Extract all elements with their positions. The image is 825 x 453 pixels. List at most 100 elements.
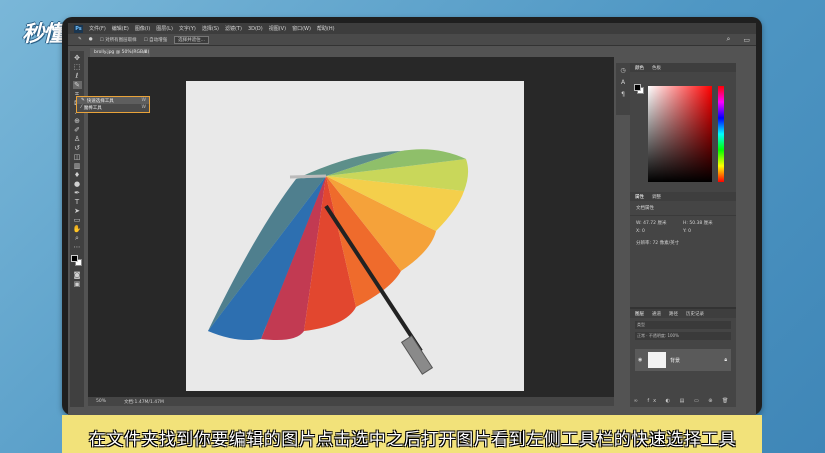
- photoshop-window: Ps 文件(F) 编辑(E) 图像(I) 图层(L) 文字(Y) 选择(S) 滤…: [68, 23, 756, 415]
- brush-tool-icon[interactable]: ✐: [73, 126, 82, 134]
- history-icon[interactable]: ◷: [619, 67, 627, 75]
- menu-edit[interactable]: 编辑(E): [112, 25, 129, 32]
- workspace-icon[interactable]: ▭: [743, 36, 750, 44]
- right-panels: 颜色 色板 属性 调整 文档属性 W: 47.72 厘米 H: 50.38 厘米…: [630, 63, 736, 407]
- monitor-frame: Ps 文件(F) 编辑(E) 图像(I) 图层(L) 文字(Y) 选择(S) 滤…: [62, 17, 762, 415]
- auto-enhance-checkbox[interactable]: ☐ 自动增强: [144, 37, 167, 43]
- gradient-tool-icon[interactable]: ▥: [73, 162, 82, 170]
- ps-logo: Ps: [74, 24, 83, 33]
- height-value: 50.38 厘米: [689, 221, 713, 226]
- menu-3d[interactable]: 3D(D): [248, 26, 263, 32]
- eraser-tool-icon[interactable]: ◫: [73, 153, 82, 161]
- layers-panel: 图层 通道 路径 历史记录 类型 正常 · 不透明度: 100% ◉ 背景 🔒︎…: [630, 307, 736, 407]
- lasso-tool-icon[interactable]: ℓ: [73, 72, 82, 80]
- shortcut-key: W: [141, 98, 146, 103]
- menu-file[interactable]: 文件(F): [89, 25, 106, 32]
- y-field[interactable]: Y: 0: [683, 229, 730, 234]
- adjust-icon[interactable]: A: [619, 79, 627, 87]
- tool-flyout-menu: ✎ 快速选择工具 W ⁄ 魔棒工具 W: [76, 96, 150, 113]
- close-icon[interactable]: ×: [143, 48, 147, 57]
- width-value: 47.72 厘米: [643, 221, 667, 226]
- height-field[interactable]: H: 50.38 厘米: [683, 220, 730, 226]
- tab-adjustments[interactable]: 调整: [652, 194, 661, 200]
- options-bar: ✎ ● ☐ 对所有图层取样 ☐ 自动增强 选择并遮住... ⌕ ▭: [68, 34, 756, 46]
- flyout-item-quick-selection[interactable]: ✎ 快速选择工具 W: [77, 97, 149, 104]
- workspace-area: [88, 57, 614, 397]
- paragraph-icon[interactable]: ¶: [619, 91, 627, 99]
- menu-view[interactable]: 视图(V): [269, 25, 286, 32]
- document-size: 文档:1.47M/1.47M: [124, 399, 164, 405]
- blend-mode-select[interactable]: 正常 · 不透明度: 100%: [635, 332, 731, 340]
- blend-mode-value: 正常: [637, 333, 645, 338]
- resolution-text: 分辨率: 72 像素/英寸: [636, 241, 680, 246]
- menu-window[interactable]: 窗口(W): [292, 25, 311, 32]
- quick-selection-icon: ✎: [81, 98, 85, 103]
- layer-thumbnail: [648, 352, 666, 368]
- history-brush-icon[interactable]: ↺: [73, 144, 82, 152]
- foreground-color-swatch[interactable]: [71, 255, 78, 262]
- tab-paths[interactable]: 路径: [669, 311, 678, 317]
- y-value: 0: [688, 229, 691, 234]
- lock-icon: 🔒︎: [724, 357, 727, 363]
- tab-history[interactable]: 历史记录: [686, 311, 704, 317]
- status-bar: 50% 文档:1.47M/1.47M: [88, 397, 614, 406]
- menu-help[interactable]: 帮助(H): [317, 25, 335, 32]
- sample-all-layers-label: 对所有图层取样: [105, 37, 137, 43]
- pen-tool-icon[interactable]: ✒: [73, 189, 82, 197]
- properties-panel-tabs: 属性 调整: [630, 192, 736, 201]
- color-swatches[interactable]: [71, 255, 83, 267]
- tab-channels[interactable]: 通道: [652, 311, 661, 317]
- properties-title: 文档属性: [630, 201, 736, 216]
- brush-size-icon[interactable]: ●: [89, 37, 93, 42]
- height-label: H:: [683, 221, 688, 226]
- marquee-tool-icon[interactable]: ⬚: [73, 63, 82, 71]
- width-label: W:: [636, 221, 642, 226]
- flyout-item-magic-wand[interactable]: ⁄ 魔棒工具 W: [77, 104, 149, 111]
- blur-tool-icon[interactable]: ♦: [73, 171, 82, 179]
- document-canvas[interactable]: [186, 81, 524, 391]
- zoom-tool-icon[interactable]: ⌕: [73, 234, 82, 242]
- layer-row-background[interactable]: ◉ 背景 🔒︎: [635, 349, 731, 371]
- zoom-level[interactable]: 50%: [96, 399, 106, 404]
- move-tool-icon[interactable]: ✥: [73, 54, 82, 62]
- tab-layers[interactable]: 图层: [635, 311, 644, 317]
- menu-bar: Ps 文件(F) 编辑(E) 图像(I) 图层(L) 文字(Y) 选择(S) 滤…: [68, 23, 756, 34]
- quick-selection-tool-icon[interactable]: ✎: [72, 81, 82, 89]
- tab-properties[interactable]: 属性: [635, 194, 644, 200]
- type-tool-icon[interactable]: T: [73, 198, 82, 206]
- eye-icon[interactable]: ◉: [638, 357, 644, 363]
- flyout-item-label: 魔棒工具: [83, 105, 102, 111]
- healing-brush-icon[interactable]: ⊕: [73, 117, 82, 125]
- width-field[interactable]: W: 47.72 厘米: [636, 220, 683, 226]
- umbrella-tip: [289, 174, 327, 179]
- select-and-mask-button[interactable]: 选择并遮住...: [174, 35, 209, 44]
- foreground-color-chip[interactable]: [634, 84, 641, 91]
- saturation-field[interactable]: [648, 86, 712, 182]
- rectangle-tool-icon[interactable]: ▭: [73, 216, 82, 224]
- menu-filter[interactable]: 滤镜(T): [225, 25, 242, 32]
- stamp-tool-icon[interactable]: ♙: [73, 135, 82, 143]
- dodge-tool-icon[interactable]: ●: [73, 180, 82, 188]
- hue-slider[interactable]: [718, 86, 724, 182]
- screen-mode-icon[interactable]: ▣: [73, 280, 82, 288]
- sample-all-layers-checkbox[interactable]: ☐ 对所有图层取样: [100, 37, 137, 43]
- magic-wand-icon: ⁄: [81, 105, 82, 110]
- quick-mask-icon[interactable]: ◙: [73, 271, 82, 279]
- x-field[interactable]: X: 0: [636, 229, 683, 234]
- tool-preset-icon[interactable]: ✎: [78, 37, 82, 42]
- menu-type[interactable]: 文字(Y): [179, 25, 196, 32]
- menu-image[interactable]: 图像(I): [135, 25, 150, 32]
- document-tab[interactable]: brolly.jpg @ 50%(RGB/8) ×: [90, 48, 150, 57]
- more-tools-icon[interactable]: ⋯: [73, 243, 82, 251]
- layer-filter-kind[interactable]: 类型: [635, 321, 731, 329]
- hand-tool-icon[interactable]: ✋: [73, 225, 82, 233]
- auto-enhance-label: 自动增强: [149, 37, 168, 43]
- search-icon[interactable]: ⌕: [726, 35, 730, 44]
- path-selection-icon[interactable]: ➤: [73, 207, 82, 215]
- layers-bottom-icons[interactable]: ∞ fx ◐ ▤ ▭ ⊕ 🗑︎: [630, 398, 736, 404]
- x-label: X:: [636, 229, 641, 234]
- tab-color[interactable]: 颜色: [635, 65, 644, 71]
- menu-select[interactable]: 选择(S): [202, 25, 219, 32]
- menu-layer[interactable]: 图层(L): [156, 25, 173, 32]
- tab-swatches[interactable]: 色板: [652, 65, 661, 71]
